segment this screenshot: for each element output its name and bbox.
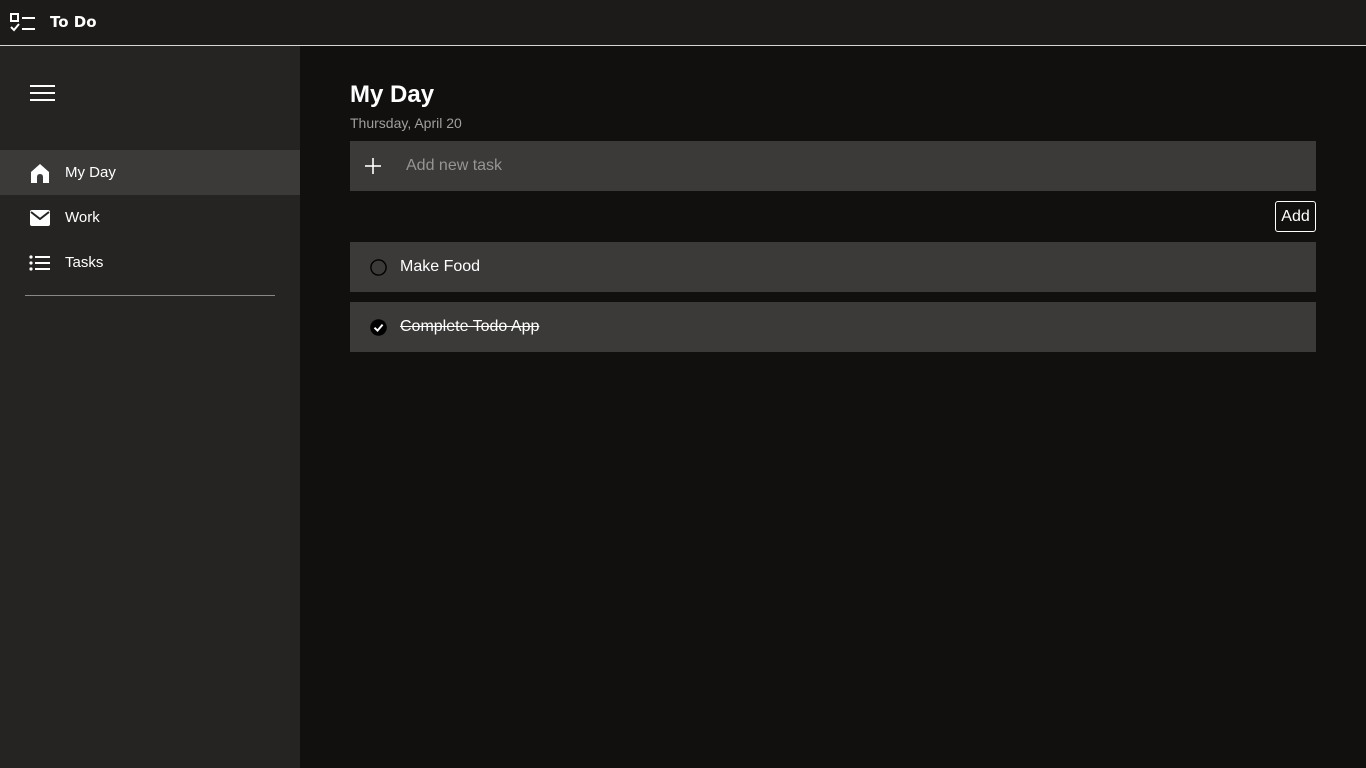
sidebar-item-tasks[interactable]: Tasks	[0, 240, 300, 285]
sidebar-item-my-day[interactable]: My Day	[0, 150, 300, 195]
add-task-button[interactable]: Add	[1275, 201, 1316, 232]
hamburger-line	[30, 92, 55, 94]
plus-icon[interactable]	[364, 157, 382, 175]
todo-app-icon	[10, 13, 35, 32]
task-item[interactable]: Complete Todo App	[350, 302, 1316, 352]
menu-toggle-button[interactable]	[30, 84, 56, 102]
mail-icon	[29, 207, 51, 229]
add-task-input[interactable]	[406, 141, 1296, 191]
add-task-bar	[350, 141, 1316, 191]
page-date: Thursday, April 20	[350, 115, 462, 131]
sidebar-item-label: Work	[65, 209, 100, 226]
sidebar-item-label: Tasks	[65, 254, 104, 271]
task-text: Complete Todo App	[400, 318, 540, 335]
sidebar-divider	[25, 295, 275, 296]
task-text: Make Food	[400, 258, 481, 275]
hamburger-line	[30, 85, 55, 87]
task-item[interactable]: Make Food	[350, 242, 1316, 292]
app-title: To Do	[50, 13, 97, 31]
checked-circle-icon[interactable]	[370, 319, 387, 336]
unchecked-circle-icon[interactable]	[370, 259, 387, 276]
home-icon	[29, 162, 51, 184]
page-title: My Day	[350, 81, 435, 108]
hamburger-line	[30, 99, 55, 101]
list-icon	[29, 252, 51, 274]
sidebar-item-work[interactable]: Work	[0, 195, 300, 240]
title-bar: To Do	[0, 0, 1366, 46]
sidebar: My Day Work Tasks	[0, 46, 300, 768]
sidebar-item-label: My Day	[65, 164, 116, 181]
